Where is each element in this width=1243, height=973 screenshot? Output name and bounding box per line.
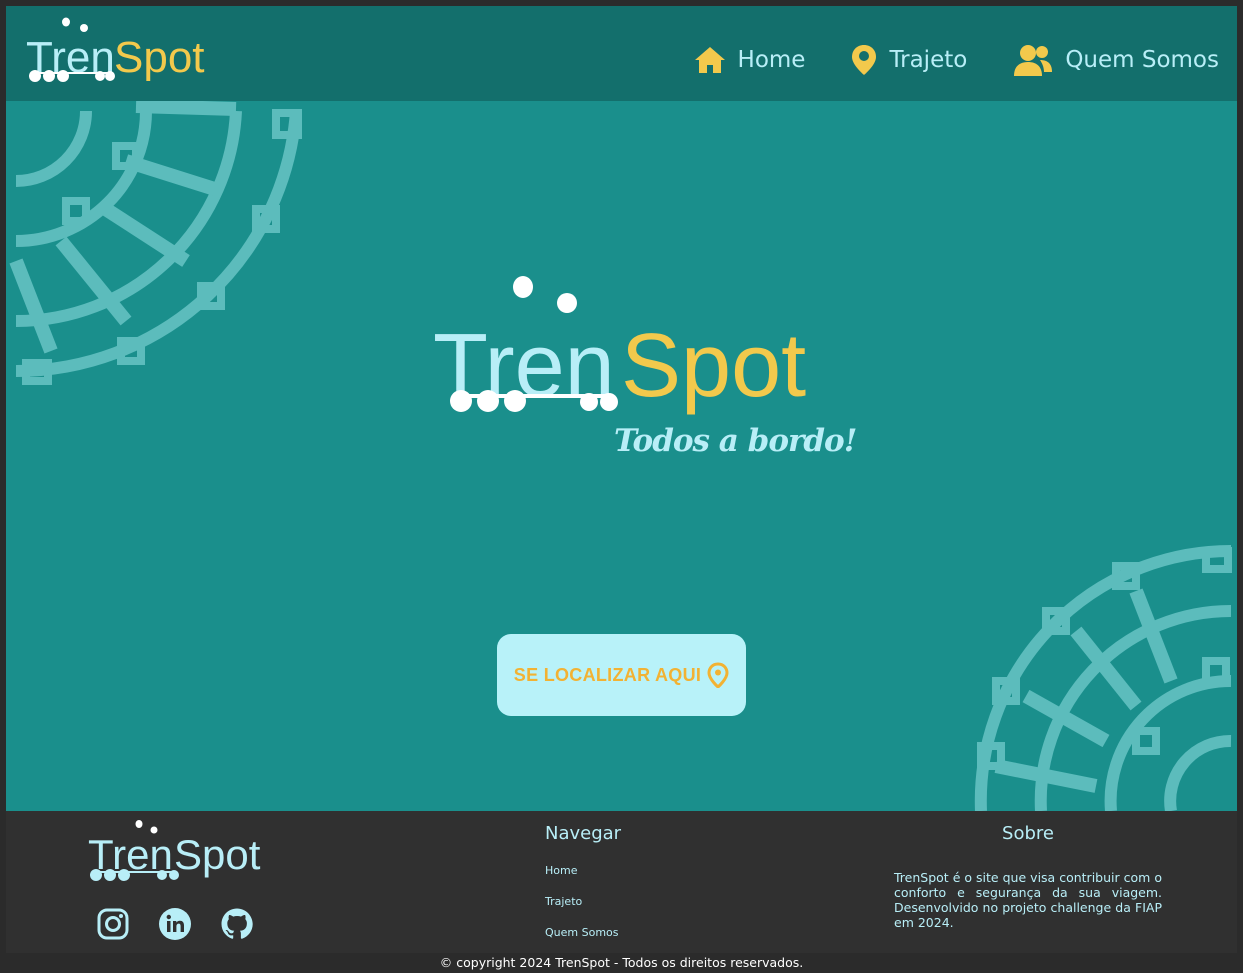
hero-logo-text-spot: Spot: [621, 316, 806, 416]
instagram-icon[interactable]: [96, 907, 130, 941]
github-icon[interactable]: [220, 907, 254, 941]
footer-logo-text-spot: Spot: [174, 831, 261, 878]
nav-item-trajeto[interactable]: Trajeto: [851, 44, 967, 76]
map-pin-icon: [707, 662, 729, 688]
page-frame: Tren Spot Home Trajeto Quem Somos Tren S…: [6, 6, 1237, 953]
locate-me-button[interactable]: SE LOCALIZAR AQUI: [497, 634, 746, 716]
locate-me-label: SE LOCALIZAR AQUI: [513, 664, 702, 685]
footer-nav-title: Navegar: [545, 823, 622, 844]
nav-item-quem-somos[interactable]: Quem Somos: [1013, 44, 1219, 76]
footer-logo[interactable]: Tren Spot: [84, 819, 274, 887]
nav-item-home[interactable]: Home: [694, 46, 806, 74]
footer-link-trajeto[interactable]: Trajeto: [545, 895, 621, 908]
footer: Tren Spot Navegar Home Trajeto Quem Somo…: [6, 811, 1237, 953]
footer-link-home[interactable]: Home: [545, 864, 621, 877]
main-nav: Home Trajeto Quem Somos: [648, 44, 1219, 76]
users-icon: [1014, 45, 1053, 76]
header-logo[interactable]: Tren Spot: [22, 16, 212, 86]
railway-track-decoration-bottom: [974, 545, 1232, 811]
copyright-text: © copyright 2024 TrenSpot - Todos os dir…: [439, 955, 804, 970]
railway-track-decoration-top: [9, 101, 302, 385]
footer-nav: Navegar Home Trajeto Quem Somos: [545, 823, 621, 939]
footer-about: Sobre TrenSpot é o site que visa contrib…: [894, 823, 1162, 930]
hero-section: Tren Spot Todos a bordo! SE LOCALIZAR AQ…: [6, 101, 1237, 811]
footer-about-title: Sobre: [1002, 823, 1054, 844]
logo-text-spot: Spot: [114, 33, 205, 82]
footer-about-text: TrenSpot é o site que visa contribuir co…: [894, 870, 1162, 930]
footer-link-quem-somos[interactable]: Quem Somos: [545, 926, 621, 939]
linkedin-icon[interactable]: [158, 907, 192, 941]
header: Tren Spot Home Trajeto Quem Somos: [6, 6, 1237, 101]
home-icon: [694, 47, 725, 73]
map-pin-icon: [852, 45, 877, 75]
nav-label-home: Home: [737, 47, 806, 73]
nav-label-trajeto: Trajeto: [889, 47, 968, 73]
hero-tagline: Todos a bordo!: [614, 423, 857, 459]
social-links: [96, 907, 282, 941]
nav-label-quem-somos: Quem Somos: [1065, 47, 1219, 73]
